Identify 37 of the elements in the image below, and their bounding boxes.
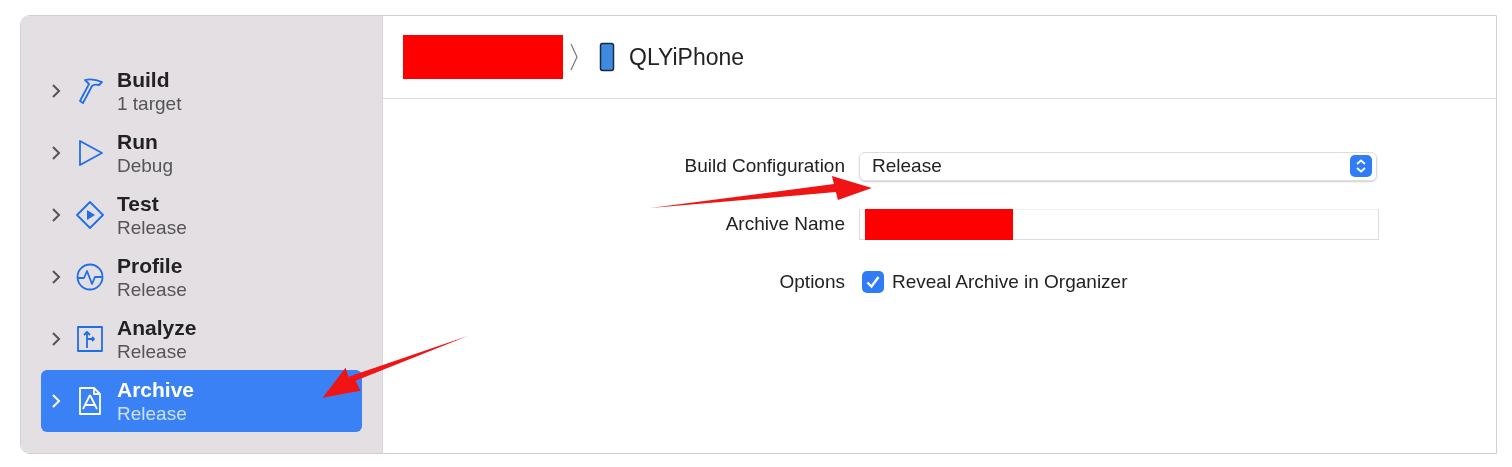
scheme-action-item[interactable]: Analyze Release [41,308,362,370]
stepper-icon [1350,155,1372,177]
form-label: Options [778,271,845,293]
chevron-icon[interactable] [51,270,61,284]
checkbox-label: Reveal Archive in Organizer [892,271,1128,293]
action-configuration: Release [117,277,187,302]
chevron-icon[interactable] [51,146,61,160]
archive-name-field[interactable] [859,208,1379,240]
scheme-action-item[interactable]: Build 1 target [41,60,362,122]
action-title: Test [117,190,160,216]
configuration-popup[interactable]: Release [859,151,1377,181]
checkbox[interactable] [862,271,884,293]
chevron-icon[interactable] [51,332,61,346]
action-title: Run [117,128,159,154]
play-diamond-icon [75,200,105,230]
scheme-action-item[interactable]: Profile Release [41,246,362,308]
action-configuration: Release [117,215,187,240]
device-name[interactable]: QLYiPhone [629,43,745,71]
action-title: Build [117,66,171,92]
scheme-action-item[interactable]: Test Release [41,184,362,246]
form-label: Build Configuration [683,155,845,177]
scheme-action-item[interactable]: Archive Release [41,370,362,432]
breadcrumb-separator-icon [569,42,579,72]
action-configuration: 1 target [117,91,182,116]
scheme-action-item[interactable]: Run Debug [41,122,362,184]
action-configuration: Debug [117,153,173,178]
action-title: Analyze [117,314,197,340]
action-title: Archive [117,376,195,402]
chevron-icon[interactable] [51,84,61,98]
action-configuration: Release [117,401,188,426]
chevron-icon[interactable] [51,208,61,222]
action-title: Profile [117,252,184,278]
iphone-icon [599,42,615,72]
action-configuration: Release [117,339,188,364]
form-label: Archive Name [724,213,845,235]
branch-icon [75,324,105,354]
pulse-icon [75,262,105,292]
